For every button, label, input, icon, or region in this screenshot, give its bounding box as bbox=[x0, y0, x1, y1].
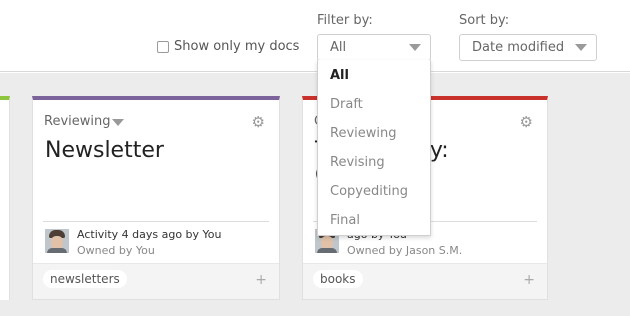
avatar bbox=[45, 229, 69, 253]
gear-icon[interactable]: ⚙ bbox=[520, 113, 533, 131]
chevron-down-icon[interactable] bbox=[112, 119, 124, 126]
card-activity: Activity 4 days ago by You bbox=[77, 228, 222, 241]
card-owner: Owned by You bbox=[77, 244, 155, 257]
card-footer: books + bbox=[303, 263, 547, 299]
card-status[interactable]: Reviewing bbox=[44, 114, 111, 129]
show-mine-label: Show only my docs bbox=[174, 39, 300, 54]
partial-card[interactable] bbox=[0, 96, 10, 300]
filter-option-all[interactable]: All bbox=[318, 60, 430, 89]
card-footer: newsletters + bbox=[33, 263, 279, 299]
card-owner: Owned by Jason S.M. bbox=[347, 244, 463, 257]
filter-option-reviewing[interactable]: Reviewing bbox=[318, 118, 430, 147]
sort-label: Sort by: bbox=[459, 13, 510, 28]
filter-option-revising[interactable]: Revising bbox=[318, 147, 430, 176]
document-card[interactable]: Reviewing ⚙ Newsletter Activity 4 days a… bbox=[32, 96, 280, 300]
tag-pill[interactable]: newsletters bbox=[43, 270, 127, 288]
gear-icon[interactable]: ⚙ bbox=[252, 113, 265, 131]
chevron-down-icon bbox=[575, 44, 587, 51]
filter-dropdown-menu: All Draft Reviewing Revising Copyediting… bbox=[317, 60, 431, 236]
add-tag-icon[interactable]: + bbox=[255, 272, 267, 288]
sort-select-value: Date modified bbox=[472, 40, 565, 55]
filter-label: Filter by: bbox=[317, 13, 373, 28]
tag-pill[interactable]: books bbox=[313, 270, 363, 288]
chevron-down-icon bbox=[409, 44, 421, 51]
filter-option-copyediting[interactable]: Copyediting bbox=[318, 176, 430, 205]
filter-option-final[interactable]: Final bbox=[318, 205, 430, 234]
show-mine-checkbox[interactable] bbox=[157, 40, 169, 53]
filter-option-draft[interactable]: Draft bbox=[318, 89, 430, 118]
divider bbox=[43, 221, 269, 222]
show-mine-toggle[interactable]: Show only my docs bbox=[157, 39, 299, 54]
card-title[interactable]: Newsletter bbox=[45, 138, 164, 163]
add-tag-icon[interactable]: + bbox=[523, 272, 535, 288]
filter-select[interactable]: All bbox=[317, 34, 431, 61]
filter-select-value: All bbox=[330, 40, 347, 55]
toolbar: Show only my docs Filter by: All Sort by… bbox=[0, 0, 630, 72]
sort-select[interactable]: Date modified bbox=[459, 34, 597, 61]
